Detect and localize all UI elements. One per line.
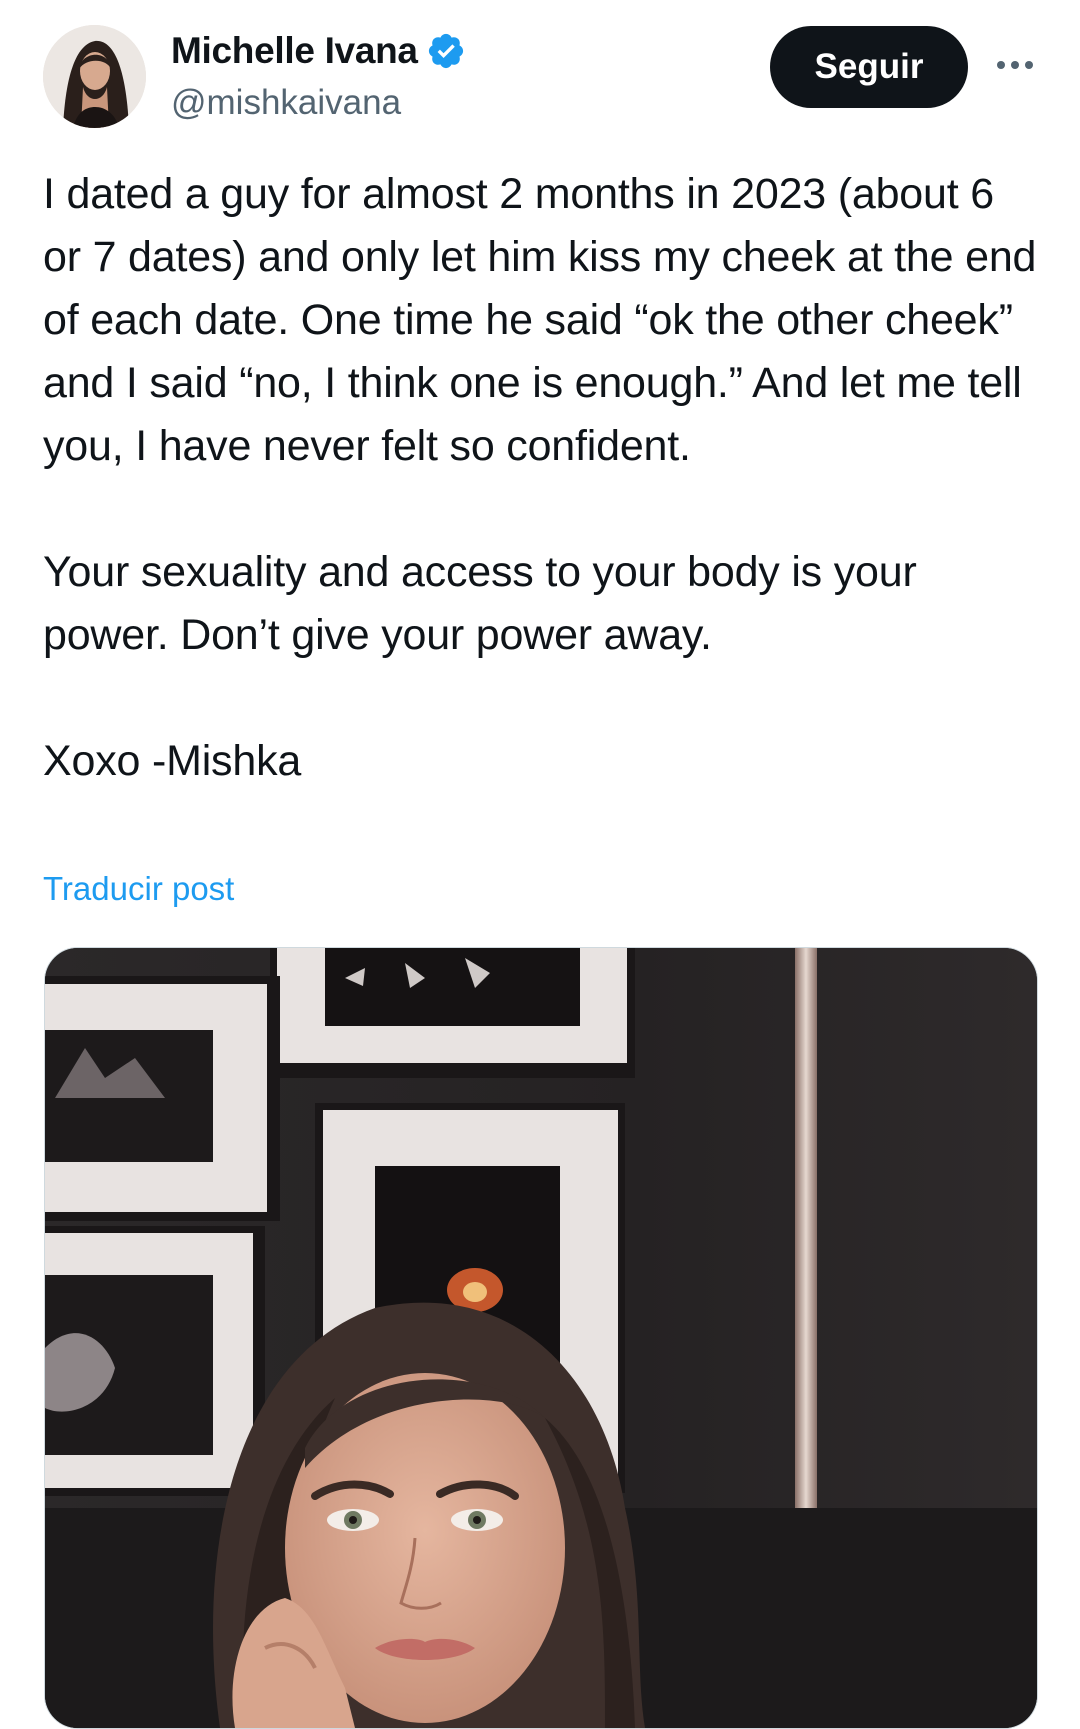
tweet-text: I dated a guy for almost 2 months in 202…	[43, 163, 1043, 793]
more-options-icon[interactable]	[993, 50, 1037, 80]
tweet-paragraph: Xoxo -Mishka	[43, 737, 302, 785]
follow-button[interactable]: Seguir	[770, 26, 968, 108]
tweet-paragraph: Your sexuality and access to your body i…	[43, 548, 917, 659]
translate-post-link[interactable]: Traducir post	[43, 870, 234, 908]
author-display-name[interactable]: Michelle Ivana	[171, 30, 418, 72]
author-info: Michelle Ivana @mishkaivana	[171, 29, 466, 123]
tweet-header: Michelle Ivana @mishkaivana Seguir	[43, 25, 1043, 135]
author-name-row: Michelle Ivana	[171, 29, 466, 73]
verified-badge-icon[interactable]	[426, 31, 466, 71]
author-handle[interactable]: @mishkaivana	[171, 83, 466, 123]
author-avatar[interactable]	[43, 25, 146, 128]
tweet-paragraph: I dated a guy for almost 2 months in 202…	[43, 170, 1037, 470]
tweet-photo[interactable]	[44, 947, 1038, 1729]
